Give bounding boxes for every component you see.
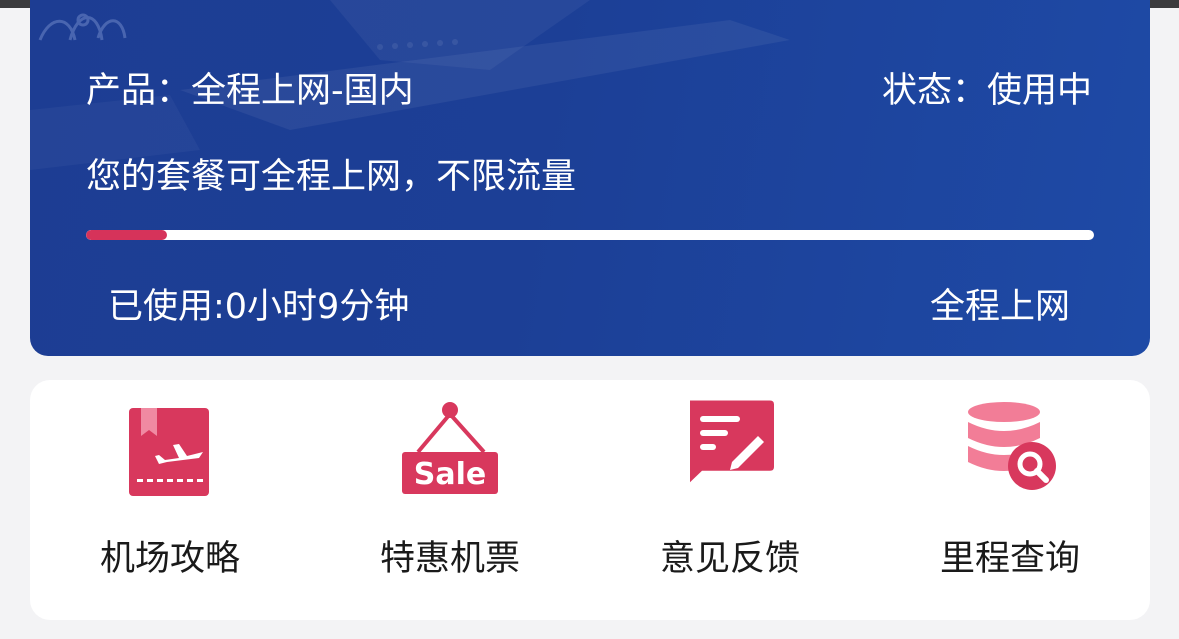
service-label: 意见反馈 <box>659 539 800 579</box>
services-grid: 机场攻略 Sale 特惠机票 意见反馈 里程查询 <box>30 380 1150 620</box>
service-discount-tickets[interactable]: Sale 特惠机票 <box>310 380 590 620</box>
mileage-search-icon <box>968 402 1056 490</box>
plan-status-card: 产品：全程上网-国内 状态：使用中 您的套餐可全程上网，不限流量 已使用:0小时… <box>30 0 1150 356</box>
feedback-icon <box>690 400 774 483</box>
usage-progress-bar <box>86 230 1094 240</box>
plan-description: 您的套餐可全程上网，不限流量 <box>86 157 577 197</box>
service-airport-guide[interactable]: 机场攻略 <box>30 380 310 620</box>
sale-tag-icon: Sale <box>402 402 498 494</box>
service-label: 里程查询 <box>939 539 1080 579</box>
used-time-text: 已使用:0小时9分钟 <box>108 287 410 327</box>
service-mileage-query[interactable]: 里程查询 <box>870 380 1150 620</box>
plan-type-text: 全程上网 <box>929 287 1070 327</box>
product-label: 产品：全程上网-国内 <box>86 71 414 111</box>
usage-progress-fill <box>86 230 167 240</box>
airport-guide-icon <box>129 408 209 496</box>
service-feedback[interactable]: 意见反馈 <box>590 380 870 620</box>
service-label: 特惠机票 <box>379 539 520 579</box>
service-label: 机场攻略 <box>99 539 240 579</box>
svg-text:Sale: Sale <box>414 457 486 492</box>
status-label: 状态：使用中 <box>881 71 1092 111</box>
